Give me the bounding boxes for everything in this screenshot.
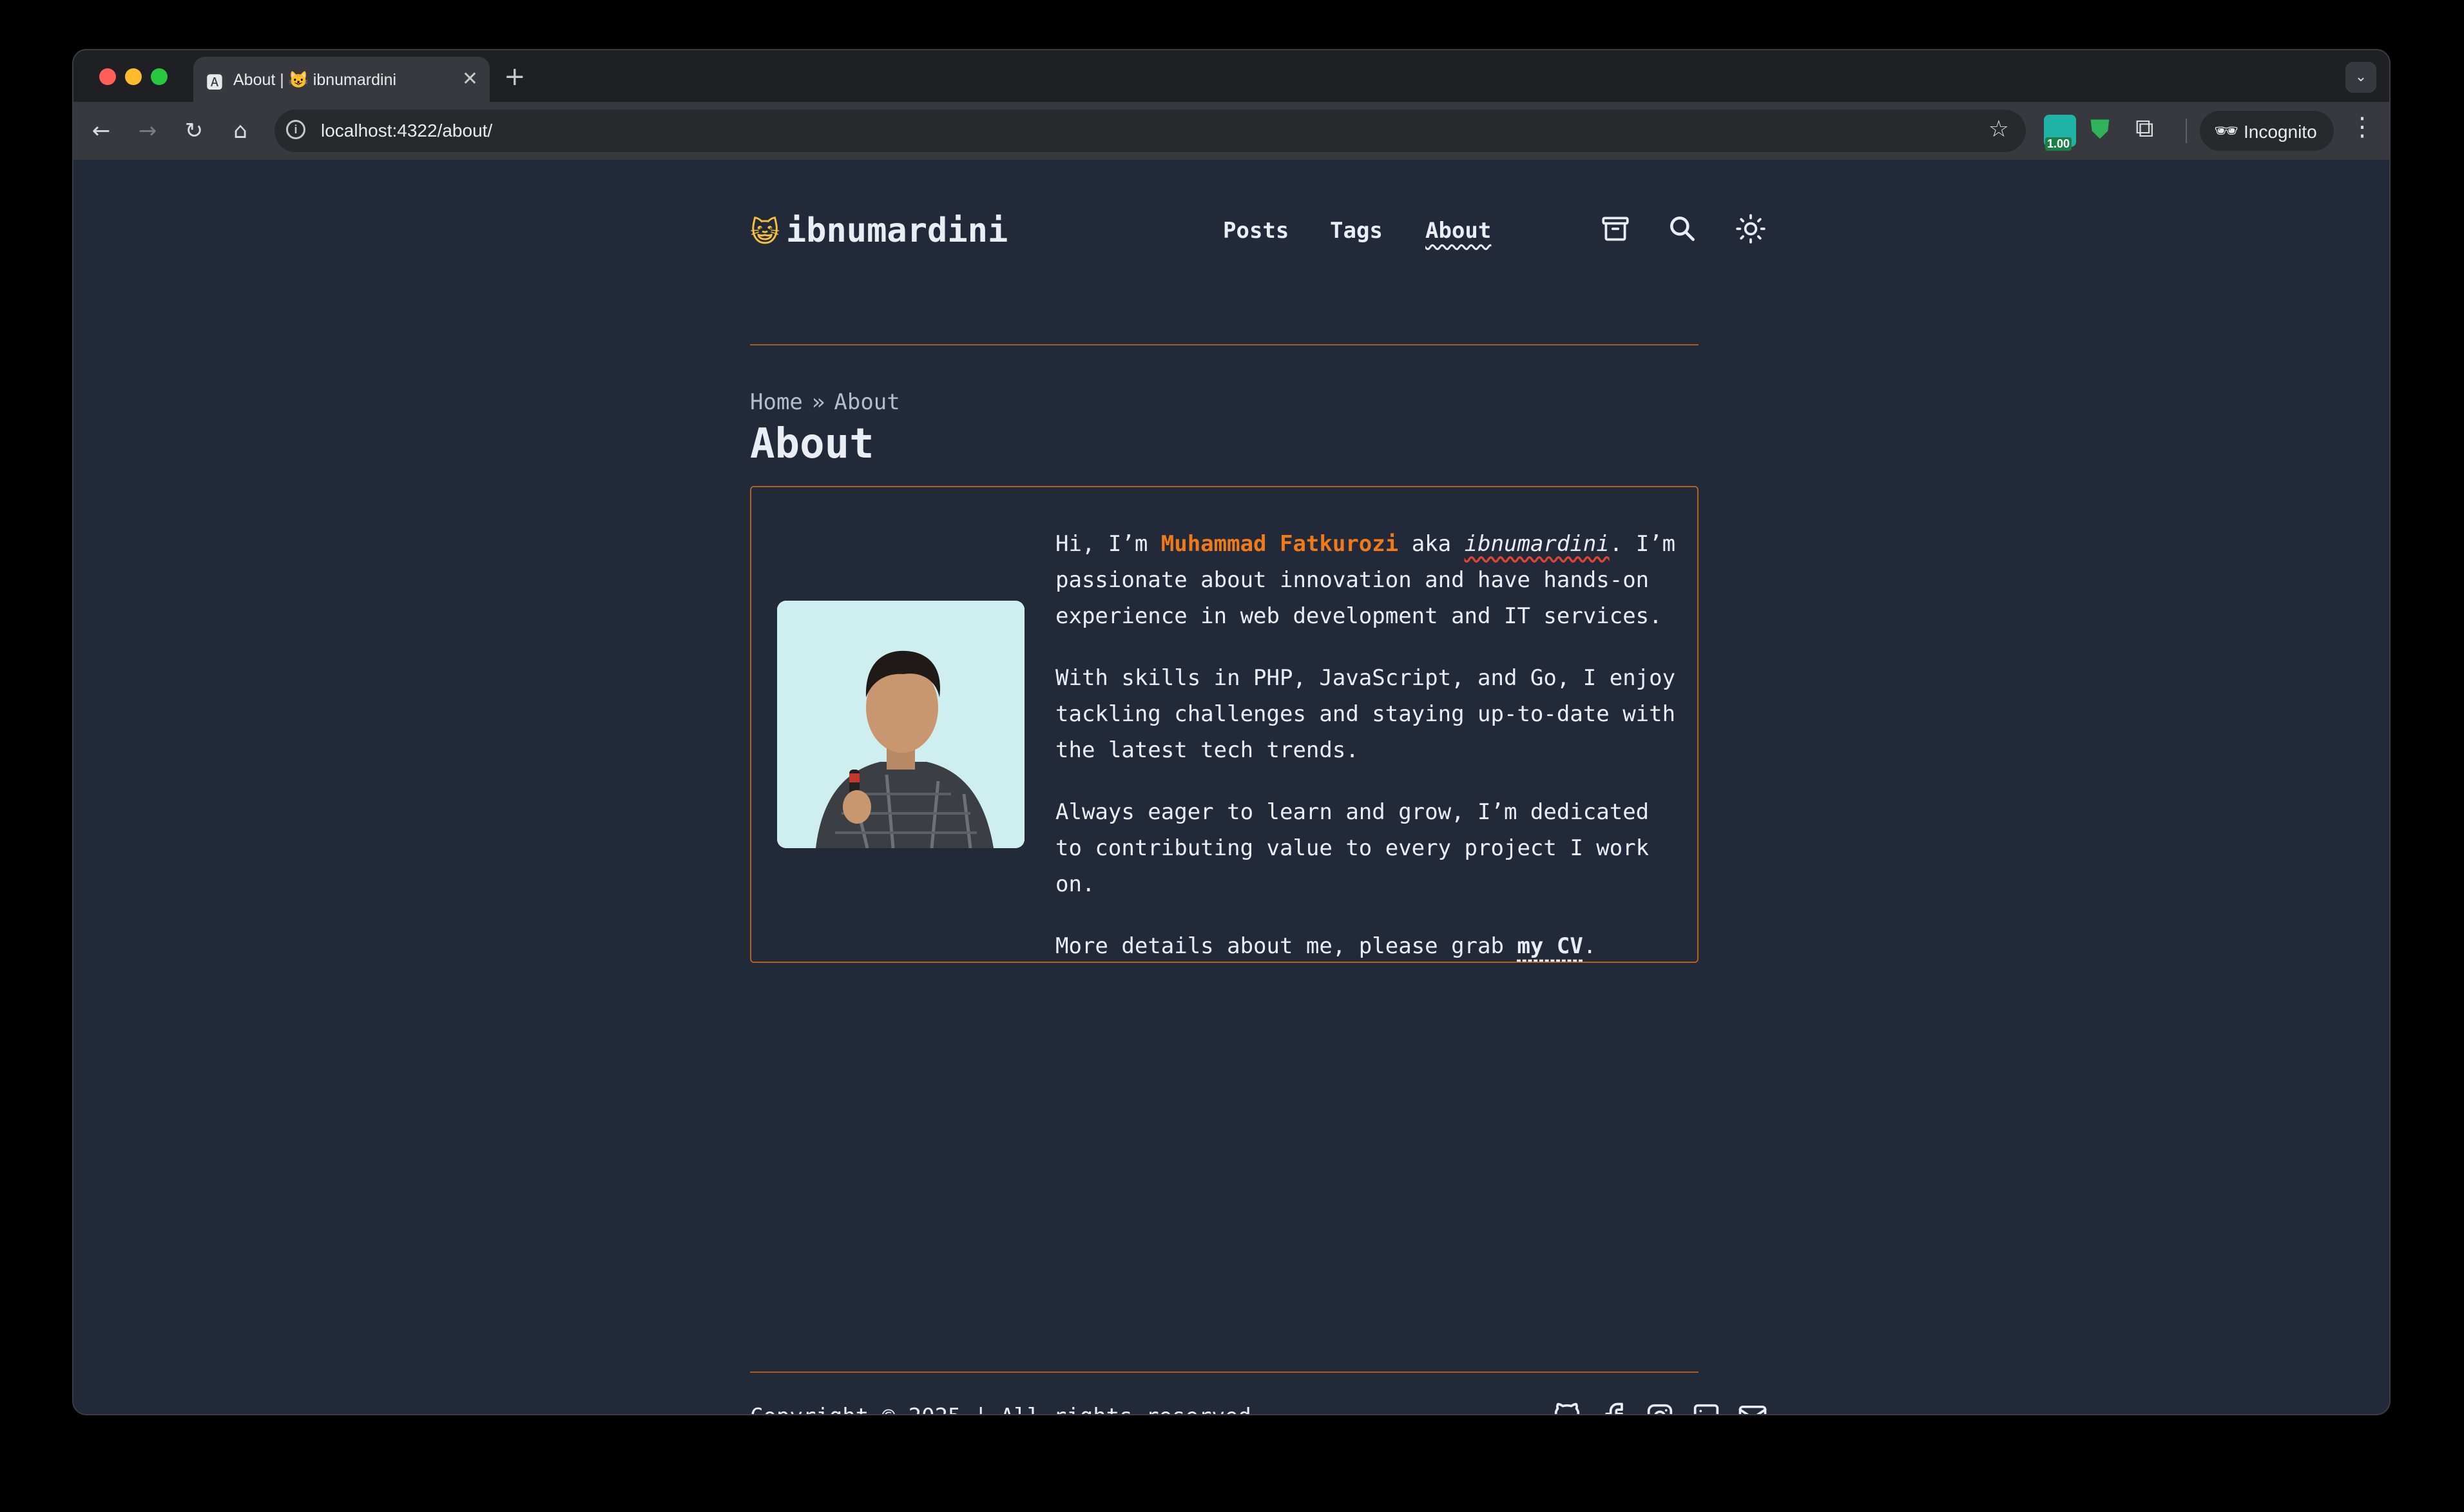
browser-menu-icon[interactable]: ⋮ bbox=[2349, 112, 2375, 142]
site-logo-text: ibnumardini bbox=[785, 211, 1008, 250]
bio-paragraph-cv: More details about me, please grab my CV… bbox=[1055, 928, 1680, 964]
cat-logo-icon: 😺 bbox=[750, 216, 780, 249]
bio-text: Hi, I’m Muhammad Fatkurozi aka ibnumardi… bbox=[1055, 526, 1680, 990]
site-info-icon[interactable]: i bbox=[286, 120, 305, 139]
breadcrumb: Home » About bbox=[750, 389, 909, 415]
header-divider bbox=[750, 344, 1699, 345]
reload-button[interactable]: ↻ bbox=[177, 113, 211, 148]
site-logo[interactable]: 😺 ibnumardini bbox=[750, 211, 1008, 250]
tab-favicon-icon: 🅰 bbox=[206, 73, 224, 93]
breadcrumb-separator: » bbox=[811, 389, 825, 415]
page-content: 😺 ibnumardini Posts Tags About Home » Ab… bbox=[73, 160, 2389, 1415]
linkedin-icon[interactable] bbox=[1689, 1400, 1723, 1415]
instagram-icon[interactable] bbox=[1643, 1400, 1677, 1415]
author-name: Muhammad Fatkurozi bbox=[1160, 531, 1399, 557]
forward-button[interactable]: → bbox=[130, 113, 165, 148]
tab-strip: 🅰 About | 😺 ibnumardini ✕ + ⌄ bbox=[73, 50, 2389, 102]
maximize-window-button[interactable] bbox=[151, 68, 168, 85]
extensions-puzzle-icon[interactable]: ⧉ bbox=[2135, 113, 2154, 143]
bio-intro-mid: aka bbox=[1398, 531, 1465, 557]
back-button[interactable]: ← bbox=[84, 113, 119, 148]
close-window-button[interactable] bbox=[99, 68, 116, 85]
extension-shield-icon[interactable]: ⛊ bbox=[2090, 115, 2110, 144]
footer-divider bbox=[750, 1371, 1699, 1373]
bio-cv-prefix: More details about me, please grab bbox=[1055, 933, 1517, 959]
browser-toolbar: ← → ↻ ⌂ i localhost:4322/about/ ☆ 1.00 ⛊… bbox=[73, 102, 2389, 160]
mail-icon[interactable] bbox=[1736, 1400, 1769, 1415]
address-url[interactable]: localhost:4322/about/ bbox=[321, 121, 492, 141]
profile-photo bbox=[777, 601, 1025, 848]
nav-about-link[interactable]: About bbox=[1425, 218, 1491, 244]
bio-intro-prefix: Hi, I’m bbox=[1055, 531, 1161, 557]
bio-paragraph-growth: Always eager to learn and grow, I’m dedi… bbox=[1055, 799, 1650, 897]
toolbar-divider bbox=[2186, 119, 2187, 143]
incognito-indicator[interactable]: 🕶 Incognito bbox=[2200, 111, 2334, 151]
browser-window: 🅰 About | 😺 ibnumardini ✕ + ⌄ ← → ↻ ⌂ i … bbox=[72, 49, 2391, 1415]
incognito-icon: 🕶 bbox=[2214, 120, 2239, 142]
address-bar[interactable]: i localhost:4322/about/ ☆ bbox=[274, 110, 2026, 152]
footer-copyright: Copyright © 2025 | All rights reserved. bbox=[750, 1404, 1264, 1414]
bio-paragraph-skills: With skills in PHP, JavaScript, and Go, … bbox=[1055, 665, 1676, 763]
bio-cv-suffix: . bbox=[1583, 933, 1597, 959]
extension-meter-icon[interactable]: 1.00 bbox=[2044, 115, 2076, 151]
tab-search-button[interactable]: ⌄ bbox=[2345, 62, 2376, 93]
search-icon[interactable] bbox=[1666, 213, 1699, 245]
archive-icon[interactable] bbox=[1599, 213, 1631, 245]
incognito-label: Incognito bbox=[2244, 122, 2317, 142]
minimize-window-button[interactable] bbox=[125, 68, 142, 85]
github-icon[interactable] bbox=[1550, 1400, 1584, 1415]
bio-paragraph-intro: Hi, I’m Muhammad Fatkurozi aka ibnumardi… bbox=[1055, 526, 1680, 634]
breadcrumb-current: About bbox=[834, 389, 900, 415]
author-alias: ibnumardini bbox=[1464, 531, 1610, 557]
about-card: Hi, I’m Muhammad Fatkurozi aka ibnumardi… bbox=[750, 486, 1699, 963]
tab-about[interactable]: 🅰 About | 😺 ibnumardini ✕ bbox=[193, 57, 490, 102]
nav-posts-link[interactable]: Posts bbox=[1223, 218, 1289, 244]
bookmark-star-icon[interactable]: ☆ bbox=[1988, 116, 2009, 142]
extension-badge-text: 1.00 bbox=[2045, 137, 2072, 151]
nav-tags-link[interactable]: Tags bbox=[1330, 218, 1383, 244]
home-button[interactable]: ⌂ bbox=[223, 113, 258, 148]
new-tab-button[interactable]: + bbox=[504, 62, 526, 92]
sun-icon[interactable] bbox=[1735, 213, 1767, 245]
tab-title: About | 😺 ibnumardini bbox=[233, 71, 397, 89]
cv-link[interactable]: my CV bbox=[1517, 933, 1583, 959]
facebook-icon[interactable] bbox=[1597, 1400, 1630, 1415]
close-tab-icon[interactable]: ✕ bbox=[462, 68, 478, 90]
profile-photo-illustration bbox=[777, 601, 1025, 848]
breadcrumb-home-link[interactable]: Home bbox=[750, 389, 803, 415]
page-title: About bbox=[750, 420, 874, 468]
